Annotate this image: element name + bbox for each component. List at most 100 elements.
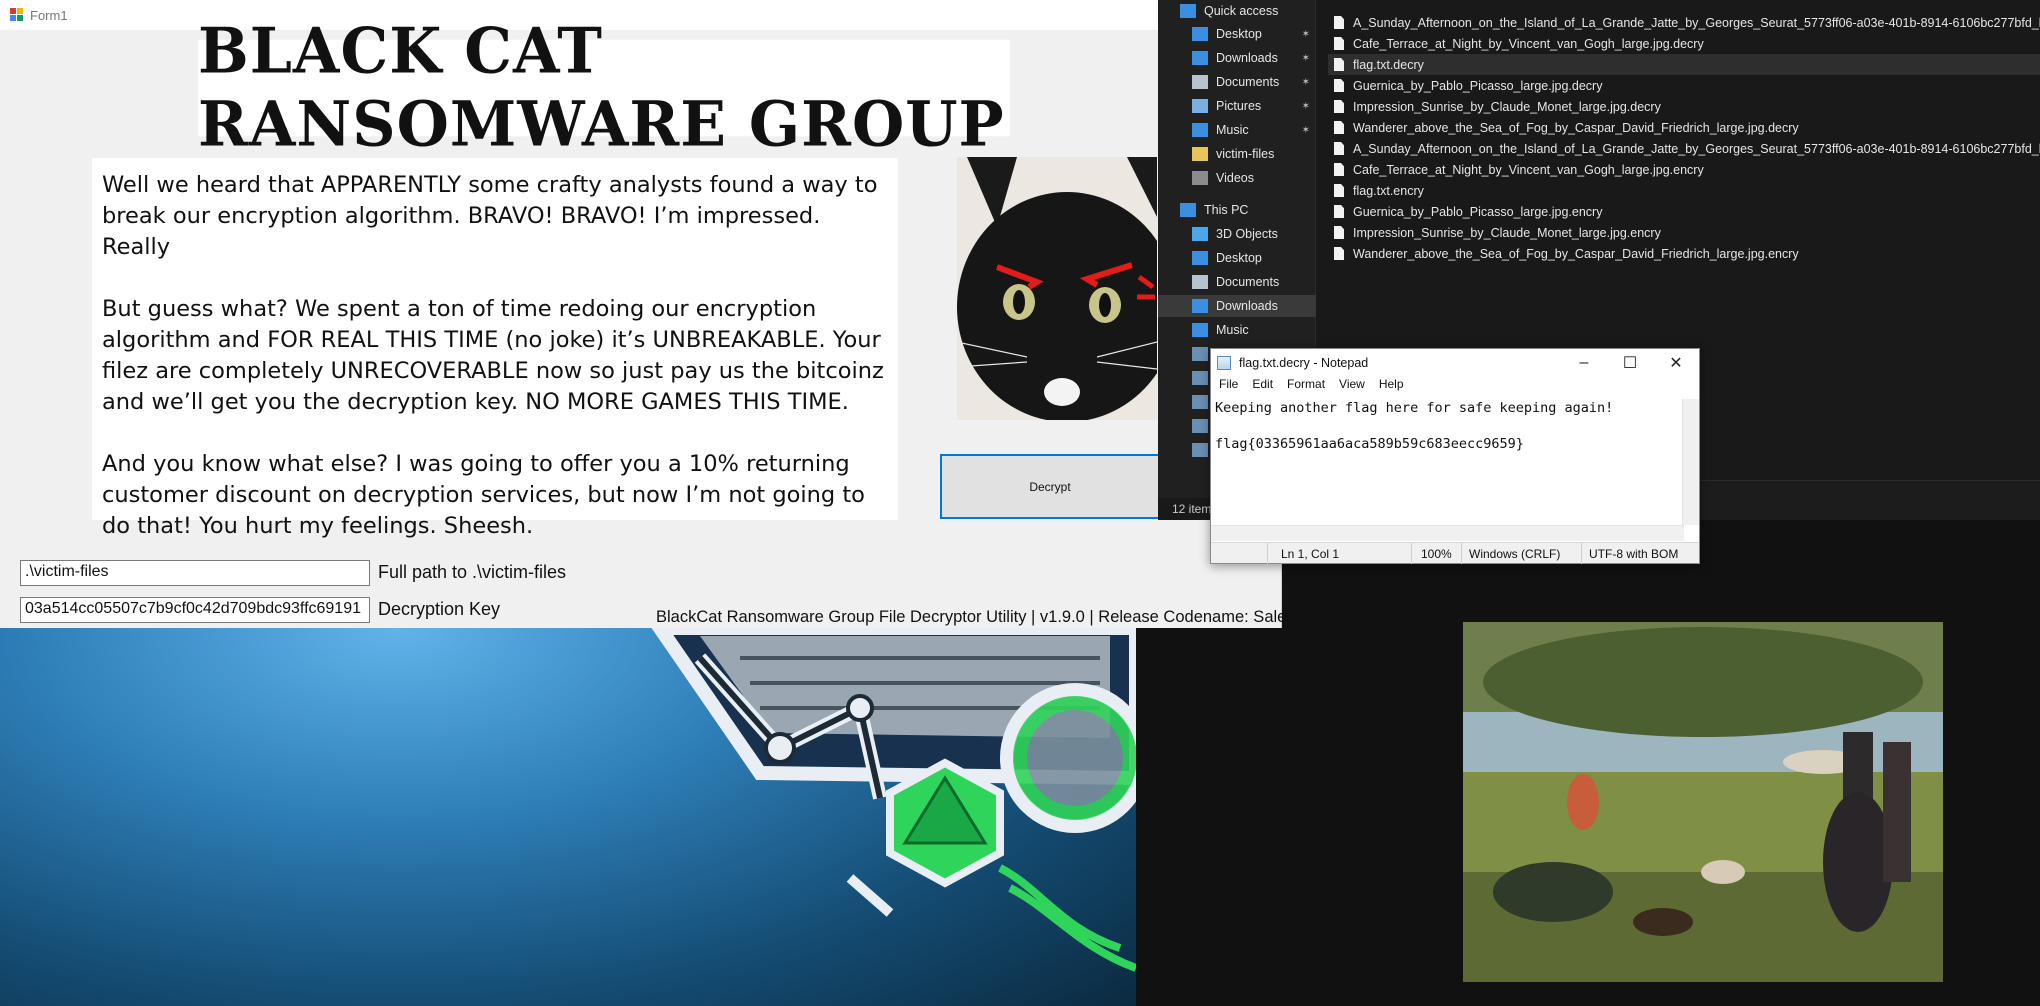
file-row[interactable]: Impression_Sunrise_by_Claude_Monet_large… [1328, 96, 2040, 117]
nav-item-desktop[interactable]: Desktop ✶ [1158, 23, 1316, 45]
minimize-icon[interactable]: – [1561, 349, 1607, 377]
item-count: 12 item [1172, 502, 1212, 516]
file-name: Wanderer_above_the_Sea_of_Fog_by_Caspar_… [1353, 120, 1799, 135]
nav-item-label: 3D Objects [1216, 227, 1278, 241]
pin-icon: ✶ [1301, 28, 1310, 40]
nav-item-documents[interactable]: Documents [1158, 271, 1316, 293]
file-row[interactable]: Wanderer_above_the_Sea_of_Fog_by_Caspar_… [1328, 117, 2040, 138]
file-name: Impression_Sunrise_by_Claude_Monet_large… [1353, 99, 1661, 114]
nav-item-label: Quick access [1204, 4, 1279, 18]
drive-icon [1192, 395, 1208, 409]
file-row[interactable]: A_Sunday_Afternoon_on_the_Island_of_La_G… [1328, 12, 2040, 33]
file-icon [1334, 205, 1344, 218]
file-icon [1334, 247, 1344, 260]
music-note-icon [1192, 323, 1208, 337]
file-icon [1334, 142, 1344, 155]
menu-format[interactable]: Format [1287, 377, 1325, 397]
decrypt-button[interactable]: Decrypt [940, 454, 1160, 519]
nav-item-downloads[interactable]: Downloads ✶ [1158, 47, 1316, 69]
file-row[interactable]: Guernica_by_Pablo_Picasso_large.jpg.encr… [1328, 201, 2040, 222]
form1-window: Form1 BLACK CAT RANSOMWARE GROUP Well we… [0, 0, 1300, 628]
file-icon [1334, 163, 1344, 176]
file-row[interactable]: Wanderer_above_the_Sea_of_Fog_by_Caspar_… [1328, 243, 2040, 264]
decryption-key-input[interactable]: 03a514cc05507c7b9cf0c42d709bdc93ffc69191 [20, 597, 370, 623]
nav-item-label: Videos [1216, 171, 1254, 185]
form-app-icon [10, 8, 24, 22]
nav-item-3d-objects[interactable]: 3D Objects [1158, 223, 1316, 245]
file-row[interactable]: Guernica_by_Pablo_Picasso_large.jpg.decr… [1328, 75, 2040, 96]
nav-item-quick-access[interactable]: Quick access [1158, 0, 1316, 22]
menu-help[interactable]: Help [1379, 377, 1404, 397]
documents-icon [1192, 275, 1208, 289]
decryption-key-label: Decryption Key [378, 599, 501, 619]
pin-icon: ✶ [1301, 76, 1310, 88]
notepad-menu-bar: File Edit Format View Help [1211, 377, 1699, 397]
file-name: Guernica_by_Pablo_Picasso_large.jpg.encr… [1353, 204, 1603, 219]
nav-item-label: Documents [1216, 75, 1280, 89]
notepad-window: flag.txt.decry - Notepad – ☐ ✕ File Edit… [1210, 348, 1700, 564]
file-icon [1334, 184, 1344, 197]
menu-view[interactable]: View [1339, 377, 1365, 397]
notepad-text-area[interactable]: Keeping another flag here for safe keepi… [1215, 399, 1681, 523]
file-icon [1334, 16, 1344, 29]
drive-icon [1192, 443, 1208, 457]
close-icon[interactable]: ✕ [1653, 349, 1699, 377]
zoom-level: 100% [1421, 547, 1452, 561]
file-row[interactable]: flag.txt.decry [1328, 54, 2040, 75]
vertical-scrollbar[interactable] [1682, 399, 1699, 525]
file-row[interactable]: A_Sunday_Afternoon_on_the_Island_of_La_G… [1328, 138, 2040, 159]
pin-icon: ✶ [1301, 100, 1310, 112]
nav-item-music[interactable]: Music ✶ [1158, 119, 1316, 141]
nav-item-label: Music [1216, 123, 1249, 137]
pin-icon: ✶ [1301, 52, 1310, 64]
line-endings: Windows (CRLF) [1469, 547, 1561, 561]
file-icon [1334, 37, 1344, 50]
nav-item-pictures[interactable]: Pictures ✶ [1158, 95, 1316, 117]
pin-icon: ✶ [1301, 124, 1310, 136]
nav-item-label: This PC [1204, 203, 1249, 217]
file-name: A_Sunday_Afternoon_on_the_Island_of_La_G… [1353, 15, 2040, 30]
folder-icon [1192, 147, 1208, 161]
drive-icon [1192, 419, 1208, 433]
desktop-icon [1192, 27, 1208, 41]
maximize-icon[interactable]: ☐ [1607, 349, 1653, 377]
victim-files-path-label: Full path to .\victim-files [378, 562, 567, 582]
notepad-status-bar: Ln 1, Col 1 100% Windows (CRLF) UTF-8 wi… [1211, 542, 1699, 564]
menu-edit[interactable]: Edit [1252, 377, 1273, 397]
cube-icon [1192, 227, 1208, 241]
download-arrow-icon [1192, 51, 1208, 65]
file-name: Guernica_by_Pablo_Picasso_large.jpg.decr… [1353, 78, 1603, 93]
nav-item-label: Downloads [1216, 51, 1278, 65]
horizontal-scrollbar[interactable] [1211, 525, 1684, 541]
nav-item-label: Downloads [1216, 299, 1278, 313]
nav-item-label: victim-files [1216, 147, 1275, 161]
victim-files-path-input[interactable]: .\victim-files [20, 560, 370, 586]
download-arrow-icon [1192, 299, 1208, 313]
notepad-titlebar[interactable]: flag.txt.decry - Notepad – ☐ ✕ [1211, 349, 1699, 377]
computer-icon [1180, 203, 1196, 217]
file-row[interactable]: Impression_Sunrise_by_Claude_Monet_large… [1328, 222, 2040, 243]
nav-item-this-pc[interactable]: This PC [1158, 199, 1316, 221]
pictures-icon [1192, 99, 1208, 113]
file-name: flag.txt.encry [1353, 183, 1424, 198]
file-row[interactable]: flag.txt.encry [1328, 180, 2040, 201]
nav-item-label: Desktop [1216, 27, 1262, 41]
file-name: flag.txt.decry [1353, 57, 1424, 72]
explorer-lower-strip [1700, 480, 2040, 520]
file-icon [1334, 100, 1344, 113]
menu-file[interactable]: File [1219, 377, 1238, 397]
nav-item-videos[interactable]: Videos [1158, 167, 1316, 189]
file-row[interactable]: Cafe_Terrace_at_Night_by_Vincent_van_Gog… [1328, 159, 2040, 180]
file-name: Cafe_Terrace_at_Night_by_Vincent_van_Gog… [1353, 36, 1704, 51]
form1-title: Form1 [30, 7, 68, 23]
file-name: Cafe_Terrace_at_Night_by_Vincent_van_Gog… [1353, 162, 1704, 177]
file-name: Wanderer_above_the_Sea_of_Fog_by_Caspar_… [1353, 246, 1799, 261]
decryptor-footer-text: BlackCat Ransomware Group File Decryptor… [656, 608, 1301, 626]
nav-item-documents[interactable]: Documents ✶ [1158, 71, 1316, 93]
nav-item-label: Documents [1216, 275, 1280, 289]
nav-item-victim-files[interactable]: victim-files [1158, 143, 1316, 165]
nav-item-desktop[interactable]: Desktop [1158, 247, 1316, 269]
file-row[interactable]: Cafe_Terrace_at_Night_by_Vincent_van_Gog… [1328, 33, 2040, 54]
nav-item-music[interactable]: Music [1158, 319, 1316, 341]
nav-item-downloads[interactable]: Downloads [1158, 295, 1316, 317]
